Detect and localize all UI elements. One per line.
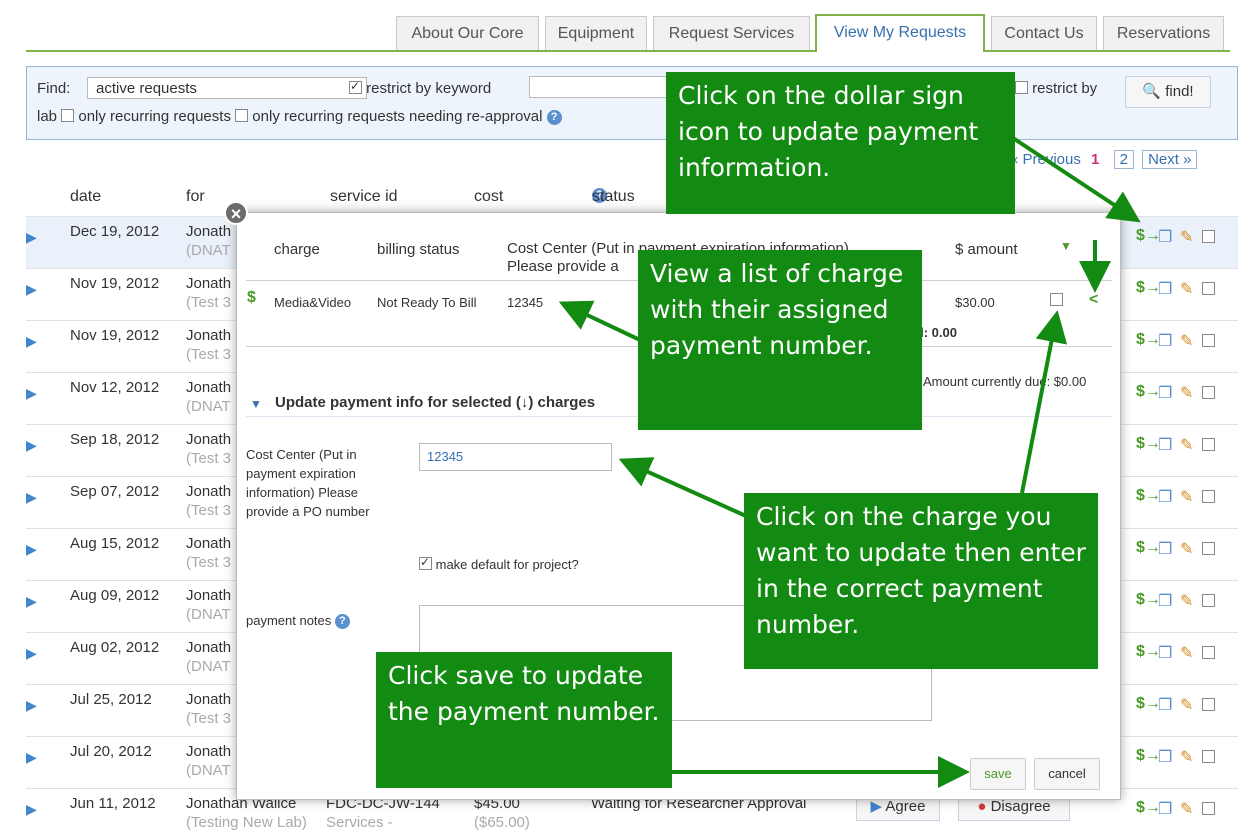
- callout-arrows: [558, 134, 1141, 788]
- arrow-to-charge-number: [558, 300, 641, 342]
- arrow-to-dollar-icon: [1008, 134, 1141, 223]
- arrow-to-charge-checkbox: [1020, 310, 1068, 494]
- arrow-to-cost-center-input: [618, 457, 747, 518]
